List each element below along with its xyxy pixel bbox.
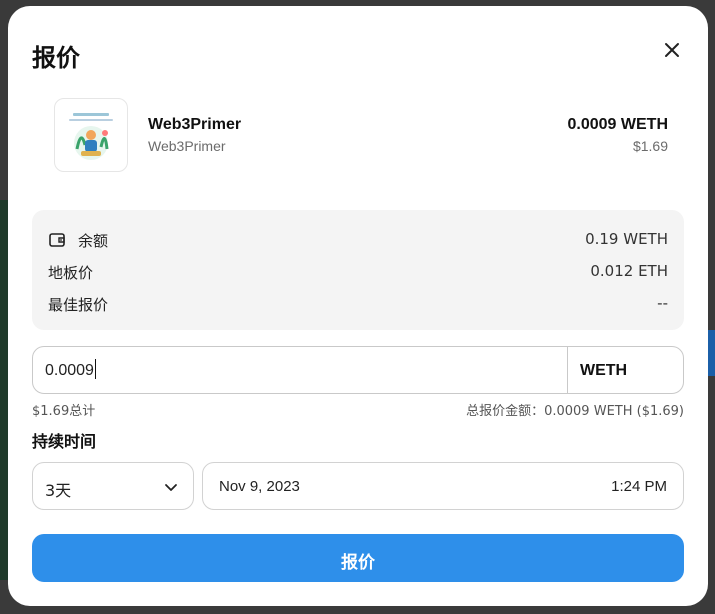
expiration-datetime-picker[interactable]: Nov 9, 2023 1:24 PM	[202, 462, 684, 510]
floor-price-label: 地板价	[48, 264, 94, 282]
offer-amount-input[interactable]: 0.0009	[45, 359, 96, 380]
offer-amount-value: 0.0009	[45, 362, 94, 379]
submit-offer-label: 报价	[341, 553, 375, 573]
offer-total-usd: $1.69总计	[32, 404, 96, 419]
wallet-icon	[48, 231, 66, 253]
offer-amount-field[interactable]: 0.0009 WETH	[32, 346, 684, 394]
text-caret	[94, 359, 96, 379]
nft-thumbnail	[54, 98, 128, 172]
balance-label: 余额	[78, 232, 109, 250]
info-panel: 余额 0.19 WETH 地板价 0.012 ETH 最佳报价 --	[32, 210, 684, 330]
duration-selected: 3天	[45, 481, 72, 500]
submit-offer-button[interactable]: 报价	[32, 534, 684, 582]
floor-price-value: 0.012 ETH	[590, 262, 668, 280]
close-icon[interactable]	[662, 40, 682, 60]
item-collection: Web3Primer	[148, 138, 226, 154]
item-price: 0.0009 WETH	[567, 116, 668, 133]
currency-label: WETH	[580, 362, 628, 379]
expiration-time: 1:24 PM	[611, 478, 667, 495]
item-name: Web3Primer	[148, 116, 242, 133]
expiration-date: Nov 9, 2023	[219, 478, 300, 495]
offer-modal: 报价 Web3Primer Web3Primer 0.0009 WETH $1.…	[8, 6, 708, 606]
currency-selector[interactable]: WETH	[567, 347, 683, 393]
offer-total-summary: 总报价金额：0.0009 WETH ($1.69)	[466, 404, 684, 419]
best-offer-label: 最佳报价	[48, 296, 109, 314]
balance-value: 0.19 WETH	[585, 230, 668, 248]
duration-dropdown[interactable]: 3天	[32, 462, 194, 510]
duration-label: 持续时间	[32, 432, 97, 451]
balance-row: 余额 0.19 WETH	[48, 230, 668, 252]
item-summary: Web3Primer Web3Primer 0.0009 WETH $1.69	[32, 98, 684, 174]
chevron-down-icon	[163, 479, 179, 500]
floor-price-row: 地板价 0.012 ETH	[48, 262, 668, 284]
best-offer-row: 最佳报价 --	[48, 294, 668, 316]
item-price-usd: $1.69	[632, 138, 668, 154]
best-offer-value: --	[657, 294, 668, 312]
modal-title: 报价	[32, 44, 80, 72]
